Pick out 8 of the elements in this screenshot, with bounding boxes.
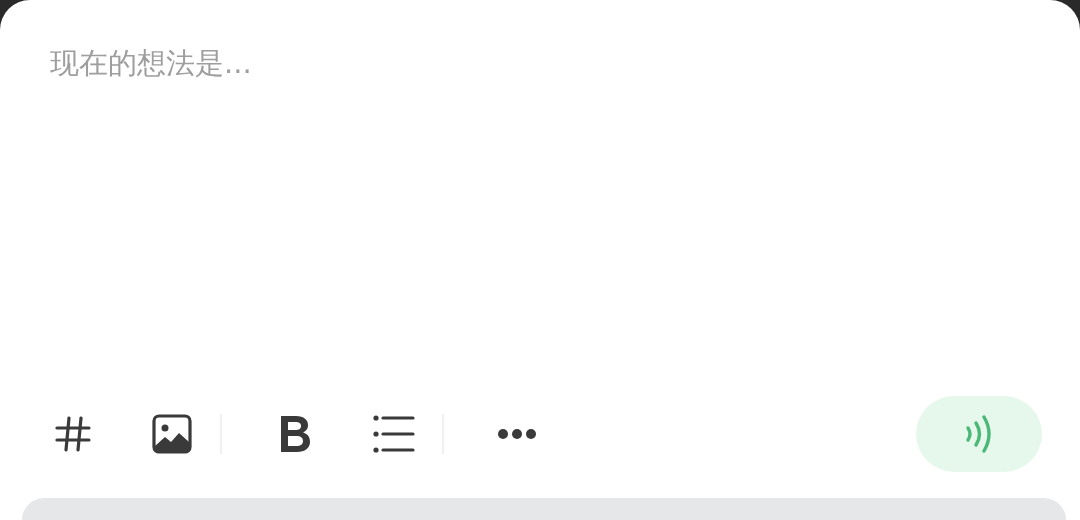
- bullet-list-icon: [373, 415, 415, 453]
- bold-icon: [278, 414, 312, 454]
- hashtag-icon: [53, 414, 93, 454]
- image-icon: [152, 414, 192, 454]
- sound-waves-icon: [964, 414, 994, 454]
- image-button[interactable]: [149, 411, 195, 457]
- note-input-field[interactable]: 现在的想法是...: [50, 44, 1030, 394]
- more-icon: [497, 428, 537, 440]
